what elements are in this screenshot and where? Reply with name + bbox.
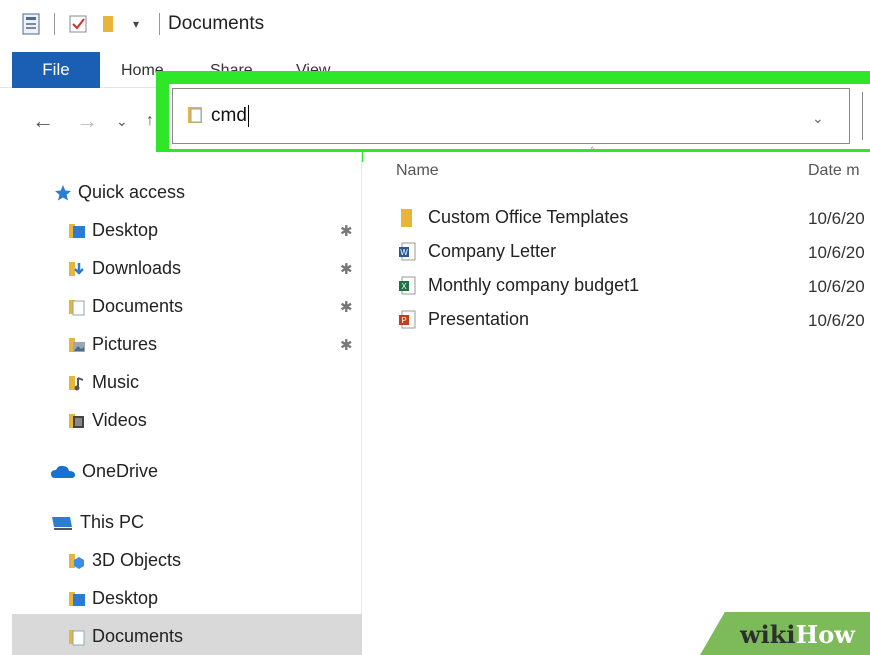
column-header-name[interactable]: Name [396,162,439,180]
computer-icon [50,514,74,532]
address-text: cmd [211,105,247,126]
svg-text:X: X [401,282,407,291]
title-bar: ▾ Documents [0,0,870,48]
svg-text:W: W [400,248,408,257]
file-row[interactable]: W Company Letter [398,241,556,262]
sidebar-item-documents-pc[interactable]: Documents [68,626,183,647]
sidebar-item-music[interactable]: Music [68,372,139,393]
downloads-folder-icon [68,260,86,278]
title-separator [159,13,160,35]
recent-locations-chevron-icon[interactable]: ⌄ [116,113,128,130]
tab-file[interactable]: File [12,52,100,88]
sidebar-item-downloads[interactable]: Downloads [68,258,181,279]
desktop-folder-icon [68,590,86,608]
sidebar-item-desktop-pc[interactable]: Desktop [68,588,158,609]
file-date: 10/6/20 [808,209,865,228]
file-row[interactable]: Custom Office Templates [398,207,628,228]
address-input[interactable]: cmd [172,88,850,144]
cloud-icon [50,463,76,481]
star-icon [54,184,72,202]
pin-icon[interactable]: ✱ [340,222,353,240]
music-folder-icon [68,374,86,392]
sidebar-item-videos[interactable]: Videos [68,410,147,431]
customize-dropdown-icon[interactable]: ▾ [125,13,147,35]
watermark-logo: wikiHow [740,620,855,649]
address-dropdown-chevron-icon[interactable]: ⌄ [812,110,824,127]
svg-text:P: P [401,316,406,325]
sidebar-item-documents[interactable]: Documents [68,296,183,317]
sidebar-item-this-pc[interactable]: This PC [50,512,144,533]
file-date: 10/6/20 [808,277,865,296]
documents-folder-icon [68,628,86,646]
sidebar-item-quick-access[interactable]: Quick access [54,182,185,203]
back-arrow-icon[interactable]: ← [32,108,54,134]
new-folder-icon[interactable] [97,13,119,35]
sidebar-item-3d-objects[interactable]: 3D Objects [68,550,181,571]
pin-icon[interactable]: ✱ [340,260,353,278]
up-arrow-icon[interactable]: ↑ [146,112,154,130]
excel-doc-icon: X [398,276,416,296]
text-caret [247,105,249,127]
file-date: 10/6/20 [808,311,865,330]
column-header-date[interactable]: Date m [808,162,860,180]
selected-nav-highlight [12,614,362,655]
window-title: Documents [168,13,265,34]
pictures-folder-icon [68,336,86,354]
file-row[interactable]: P Presentation [398,309,529,330]
desktop-folder-icon [68,222,86,240]
pin-icon[interactable]: ✱ [340,298,353,316]
file-row[interactable]: X Monthly company budget1 [398,275,639,296]
videos-folder-icon [68,412,86,430]
sidebar-item-onedrive[interactable]: OneDrive [50,461,158,482]
sidebar-item-pictures[interactable]: Pictures [68,334,157,355]
3d-objects-folder-icon [68,552,86,570]
documents-folder-icon [68,298,86,316]
forward-arrow-icon[interactable]: → [76,108,98,134]
title-separator [54,13,55,35]
word-doc-icon: W [398,242,416,262]
documents-folder-icon [187,104,205,129]
sidebar-item-desktop[interactable]: Desktop [68,220,158,241]
folder-icon [398,208,416,228]
navigation-pane [0,152,362,655]
file-date: 10/6/20 [808,243,865,262]
powerpoint-doc-icon: P [398,310,416,330]
properties-icon[interactable] [20,13,42,35]
pin-icon[interactable]: ✱ [340,336,353,354]
checkbox-icon[interactable] [67,13,89,35]
refresh-button[interactable] [862,92,870,140]
